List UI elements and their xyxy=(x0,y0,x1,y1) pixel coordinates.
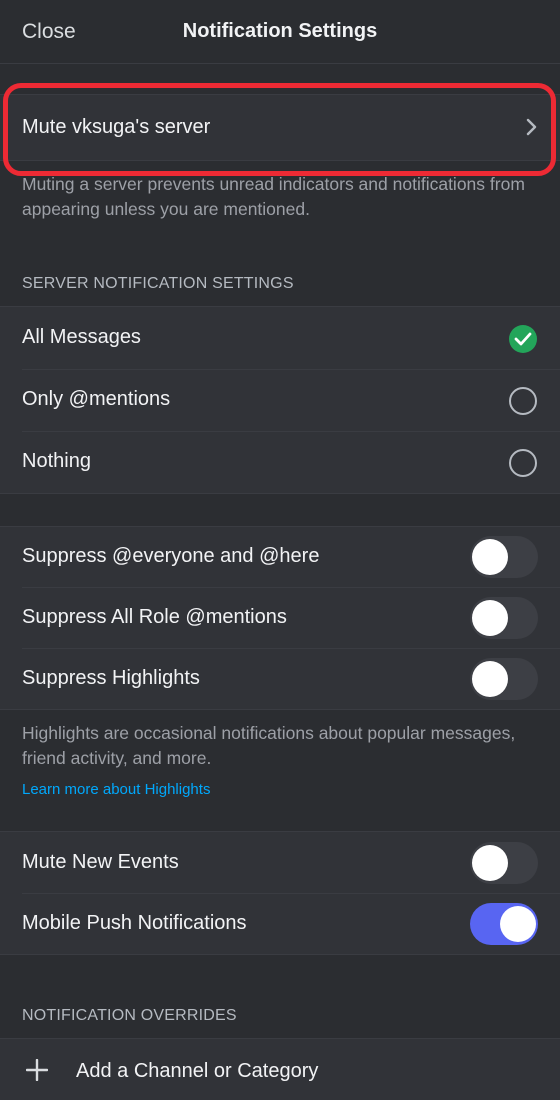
mute-new-events-row[interactable]: Mute New Events xyxy=(0,832,560,893)
radio-unchecked-icon[interactable] xyxy=(509,449,537,477)
suppress-role-mentions-row[interactable]: Suppress All Role @mentions xyxy=(0,587,560,648)
toggle-knob xyxy=(472,600,508,636)
suppress-everyone-row[interactable]: Suppress @everyone and @here xyxy=(0,527,560,587)
mute-server-label: Mute vksuga's server xyxy=(22,116,211,138)
suppress-highlights-row[interactable]: Suppress Highlights xyxy=(0,648,560,709)
suppress-highlights-label: Suppress Highlights xyxy=(22,667,200,689)
toggle-knob xyxy=(472,845,508,881)
mute-server-row[interactable]: Mute vksuga's server xyxy=(0,94,560,161)
suppress-group: Suppress @everyone and @here Suppress Al… xyxy=(0,526,560,710)
mute-helper-text: Muting a server prevents unread indicato… xyxy=(22,174,525,219)
option-nothing[interactable]: Nothing xyxy=(0,431,560,493)
notification-level-group: All Messages Only @mentions Nothing xyxy=(0,306,560,494)
add-channel-or-category-button[interactable]: Add a Channel or Category xyxy=(0,1038,560,1100)
notification-overrides-heading: NOTIFICATION OVERRIDES xyxy=(22,1007,237,1024)
suppress-highlights-toggle[interactable] xyxy=(470,658,538,700)
highlights-helper-text: Highlights are occasional notifications … xyxy=(22,723,516,768)
mobile-push-toggle[interactable] xyxy=(470,903,538,945)
mobile-push-row[interactable]: Mobile Push Notifications xyxy=(0,893,560,954)
suppress-everyone-toggle[interactable] xyxy=(470,536,538,578)
option-only-mentions[interactable]: Only @mentions xyxy=(0,369,560,431)
radio-checked-icon[interactable] xyxy=(509,325,537,353)
option-label: Nothing xyxy=(22,450,91,472)
header-bar: Close Notification Settings xyxy=(0,0,560,64)
add-channel-label: Add a Channel or Category xyxy=(76,1060,319,1082)
mute-new-events-label: Mute New Events xyxy=(22,851,179,873)
toggle-knob xyxy=(500,906,536,942)
option-all-messages[interactable]: All Messages xyxy=(0,307,560,369)
radio-unchecked-icon[interactable] xyxy=(509,387,537,415)
toggle-knob xyxy=(472,661,508,697)
events-group: Mute New Events Mobile Push Notification… xyxy=(0,831,560,955)
learn-more-highlights-link[interactable]: Learn more about Highlights xyxy=(22,781,210,798)
plus-icon xyxy=(26,1059,48,1081)
suppress-role-mentions-toggle[interactable] xyxy=(470,597,538,639)
checkmark-icon xyxy=(514,332,532,346)
suppress-everyone-label: Suppress @everyone and @here xyxy=(22,545,320,567)
suppress-role-mentions-label: Suppress All Role @mentions xyxy=(22,606,287,628)
toggle-knob xyxy=(472,539,508,575)
option-label: All Messages xyxy=(22,326,141,348)
chevron-right-icon xyxy=(526,118,537,136)
server-notification-settings-heading: SERVER NOTIFICATION SETTINGS xyxy=(22,275,294,292)
mobile-push-label: Mobile Push Notifications xyxy=(22,912,247,934)
page-title: Notification Settings xyxy=(182,20,378,42)
mute-new-events-toggle[interactable] xyxy=(470,842,538,884)
option-label: Only @mentions xyxy=(22,388,171,410)
